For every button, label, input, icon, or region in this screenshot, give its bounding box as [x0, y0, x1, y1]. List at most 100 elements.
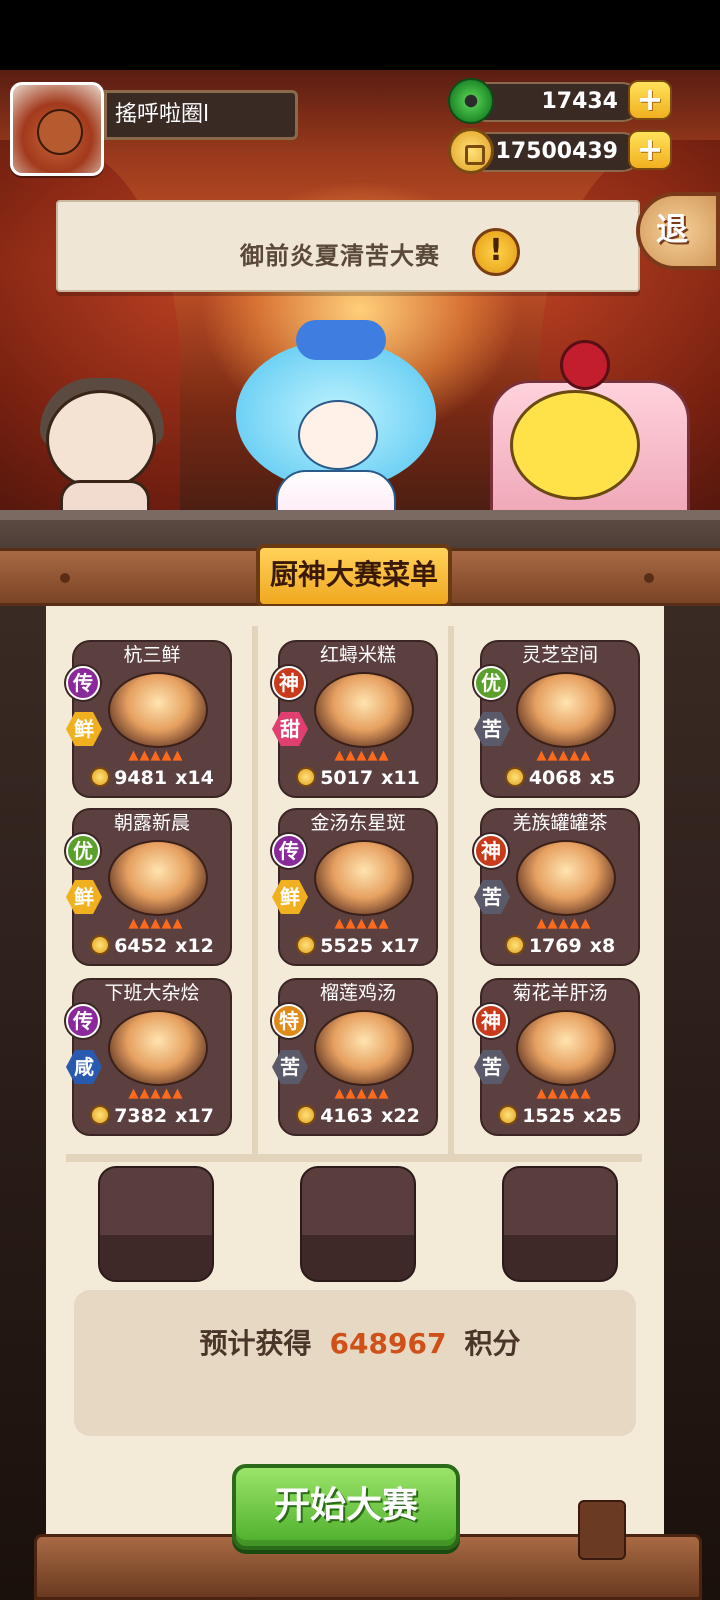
- flavor-badge: 苦: [474, 712, 510, 746]
- dish-card[interactable]: 杭三鲜传鲜 ▲▲▲▲▲ 9481 x14: [66, 640, 232, 798]
- dish-name: 菊花羊肝汤: [512, 982, 608, 1004]
- dish-price: 7382 x17: [74, 1104, 230, 1128]
- coin-icon: [504, 767, 525, 787]
- flavor-badge: 鲜: [66, 880, 102, 914]
- dish-image: [516, 840, 616, 916]
- price-value: 5017: [320, 767, 374, 789]
- dish-image: [516, 1010, 616, 1086]
- flavor-badge: 苦: [272, 1050, 308, 1084]
- dish-name: 榴莲鸡汤: [319, 982, 396, 1004]
- dish-image: [516, 672, 616, 748]
- dish-price: 4163 x22: [280, 1104, 436, 1128]
- price-value: 9481: [114, 767, 168, 789]
- dish-image: [108, 672, 208, 748]
- dish-price: 6452 x12: [74, 934, 230, 958]
- coin-icon: [504, 935, 525, 955]
- rank-badge: 神: [272, 666, 306, 700]
- dish-name: 红蟳米糕: [319, 644, 396, 666]
- dish-image: [108, 840, 208, 916]
- coin-icon: [90, 767, 111, 787]
- rank-badge: 神: [474, 1004, 508, 1038]
- dish-name: 下班大杂烩: [104, 982, 200, 1004]
- dish-card[interactable]: 菊花羊肝汤神苦 ▲▲▲▲▲ 1525 x25: [474, 978, 640, 1136]
- status-bar: [0, 0, 720, 70]
- dish-card[interactable]: 下班大杂烩传咸 ▲▲▲▲▲ 7382 x17: [66, 978, 232, 1136]
- dish-name: 羌族罐罐茶: [512, 812, 608, 834]
- dish-card[interactable]: 红蟳米糕神甜 ▲▲▲▲▲ 5017 x11: [272, 640, 438, 798]
- start-contest-button[interactable]: 开始大赛: [232, 1464, 460, 1550]
- coin-icon: [498, 1105, 519, 1125]
- dish-price: 1525 x25: [482, 1104, 638, 1128]
- dish-card[interactable]: 朝露新晨优鲜 ▲▲▲▲▲ 6452 x12: [66, 808, 232, 966]
- dish-quantity: x11: [381, 767, 420, 789]
- price-value: 4163: [320, 1105, 374, 1127]
- dish-image: [314, 672, 414, 748]
- estimate-value: 648967: [329, 1327, 447, 1360]
- flavor-badge: 苦: [474, 1050, 510, 1084]
- player-avatar[interactable]: [10, 82, 104, 176]
- dish-quantity: x17: [381, 935, 420, 957]
- dish-quantity: x14: [175, 767, 214, 789]
- coin-icon: [296, 767, 317, 787]
- dish-image: [314, 1010, 414, 1086]
- flame-rating-icon: ▲▲▲▲▲: [128, 916, 184, 931]
- flame-rating-icon: ▲▲▲▲▲: [536, 748, 592, 763]
- rank-badge: 特: [272, 1004, 306, 1038]
- dish-card[interactable]: 金汤东星斑传鲜 ▲▲▲▲▲ 5525 x17: [272, 808, 438, 966]
- flame-rating-icon: ▲▲▲▲▲: [536, 916, 592, 931]
- exit-button[interactable]: 退: [636, 192, 720, 270]
- coin-icon: [448, 128, 494, 174]
- menu-divider: [66, 1154, 642, 1162]
- add-coins-button[interactable]: +: [628, 130, 672, 170]
- estimate-text: 预计获得 648967 积分: [0, 1322, 720, 1362]
- flavor-badge: 甜: [272, 712, 308, 746]
- price-value: 4068: [528, 767, 582, 789]
- dish-card[interactable]: 羌族罐罐茶神苦 ▲▲▲▲▲ 1769 x8: [474, 808, 640, 966]
- utensil-pot-icon: [578, 1500, 626, 1560]
- price-value: 7382: [114, 1105, 168, 1127]
- dish-slot-1[interactable]: [98, 1166, 214, 1282]
- dish-card[interactable]: 榴莲鸡汤特苦 ▲▲▲▲▲ 4163 x22: [272, 978, 438, 1136]
- dish-quantity: x5: [589, 767, 616, 789]
- plus-icon: +: [636, 130, 664, 168]
- dish-quantity: x22: [381, 1105, 420, 1127]
- dish-name: 杭三鲜: [123, 644, 181, 666]
- rank-badge: 传: [66, 1004, 100, 1038]
- flavor-badge: 苦: [474, 880, 510, 914]
- exclamation-icon[interactable]: !: [472, 228, 520, 276]
- flame-rating-icon: ▲▲▲▲▲: [128, 1086, 184, 1101]
- jade-icon: [448, 78, 494, 124]
- price-value: 5525: [320, 935, 374, 957]
- dish-slot-2[interactable]: [300, 1166, 416, 1282]
- rank-badge: 优: [474, 666, 508, 700]
- coin-icon: [90, 1105, 111, 1125]
- dish-name: 朝露新晨: [113, 812, 190, 834]
- event-title: 御前炎夏清苦大赛: [240, 242, 440, 270]
- menu-title: 厨神大赛菜单: [256, 544, 452, 608]
- dish-price: 5017 x11: [280, 766, 436, 790]
- add-jade-button[interactable]: +: [628, 80, 672, 120]
- flavor-badge: 鲜: [66, 712, 102, 746]
- coin-icon: [296, 1105, 317, 1125]
- dish-name: 灵芝空间: [521, 644, 598, 666]
- dish-image: [108, 1010, 208, 1086]
- flame-rating-icon: ▲▲▲▲▲: [334, 1086, 390, 1101]
- rank-badge: 优: [66, 834, 100, 868]
- dish-name: 金汤东星斑: [310, 812, 406, 834]
- dish-card[interactable]: 灵芝空间优苦 ▲▲▲▲▲ 4068 x5: [474, 640, 640, 798]
- dish-slot-3[interactable]: [502, 1166, 618, 1282]
- rank-badge: 传: [272, 834, 306, 868]
- estimate-prefix: 预计获得: [199, 1327, 312, 1360]
- dish-quantity: x25: [583, 1105, 622, 1127]
- flame-rating-icon: ▲▲▲▲▲: [334, 916, 390, 931]
- price-value: 1769: [528, 935, 582, 957]
- estimate-suffix: 积分: [464, 1327, 521, 1360]
- price-value: 1525: [522, 1105, 576, 1127]
- dish-price: 1769 x8: [482, 934, 638, 958]
- dish-price: 9481 x14: [74, 766, 230, 790]
- coin-icon: [296, 935, 317, 955]
- side-panel-left: [0, 606, 46, 1600]
- flavor-badge: 咸: [66, 1050, 102, 1084]
- price-value: 6452: [114, 935, 168, 957]
- dish-quantity: x17: [175, 1105, 214, 1127]
